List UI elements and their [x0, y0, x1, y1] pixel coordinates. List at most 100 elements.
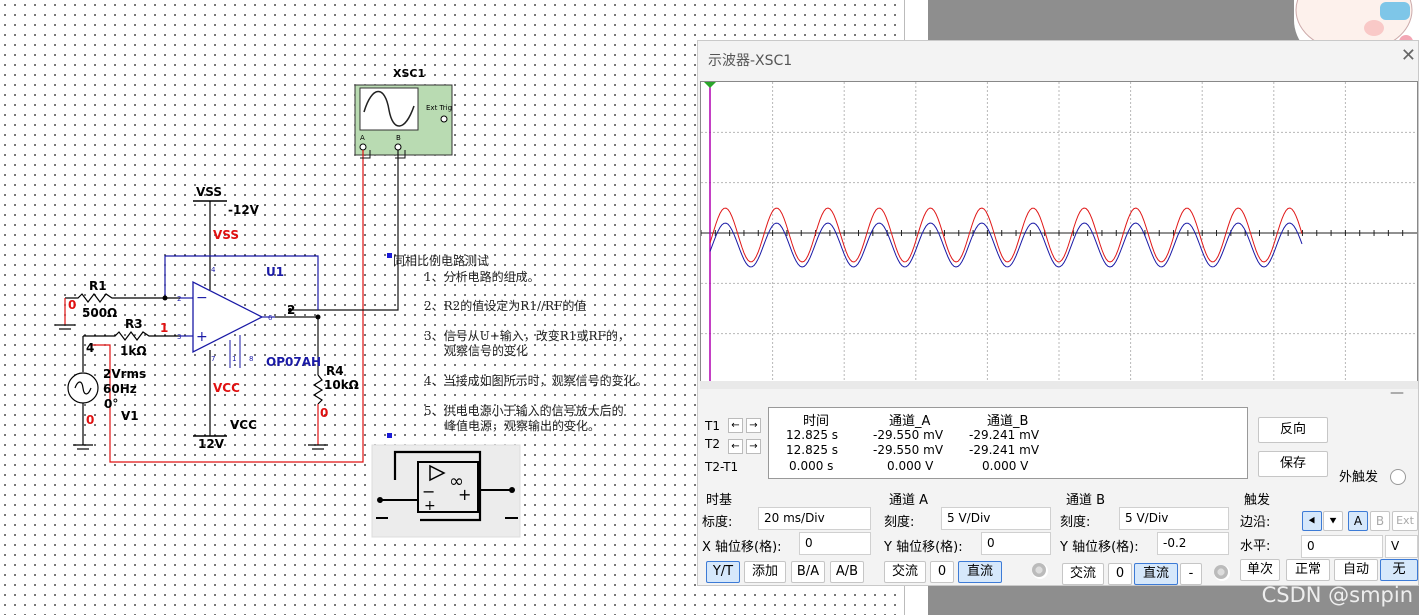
- normal-button[interactable]: 正常: [1286, 559, 1330, 581]
- r1-value: 500Ω: [82, 306, 118, 320]
- single-button[interactable]: 单次: [1240, 559, 1280, 581]
- timebase-scale-label: 标度:: [702, 515, 733, 530]
- trigger-level-unit[interactable]: V: [1385, 535, 1418, 558]
- ab-button[interactable]: A/B: [830, 561, 864, 583]
- ba-button[interactable]: B/A: [791, 561, 825, 583]
- image-handle[interactable]: [387, 433, 392, 438]
- junction-inv: [162, 295, 168, 301]
- channel-a-terminal[interactable]: [1032, 563, 1048, 579]
- vss-label: VSS: [196, 185, 223, 199]
- wire-feedback: [164, 255, 319, 310]
- col-time: 时间: [803, 414, 830, 429]
- net2-label: 2: [287, 303, 296, 317]
- row3-a: 0.000 V: [887, 459, 934, 473]
- r3-value: 1kΩ: [120, 344, 147, 358]
- channel-a-scale-field[interactable]: 5 V/Div: [941, 507, 1051, 530]
- row2-b: -29.241 mV: [969, 443, 1040, 457]
- u1-label: U1: [266, 265, 285, 279]
- note-line-4: 4、当接成如图所示时，观察信号的变化。: [424, 374, 648, 388]
- note-line-5a: 5、供电电源小于输入的信号放大后的: [424, 404, 624, 418]
- scope-display[interactable]: [700, 81, 1418, 385]
- display-divider: [700, 381, 1418, 389]
- t2-left-button[interactable]: ←: [728, 439, 743, 454]
- ext-trigger-label: 外触发: [1339, 470, 1379, 485]
- watermark: CSDN @smpin: [1261, 583, 1413, 607]
- oscilloscope-window[interactable]: 示波器-XSC1 ✕ — T1 ← → T2 ← → T2-T1 时间 通道_A…: [697, 40, 1419, 586]
- scope-terminal-ext[interactable]: [440, 115, 448, 123]
- vcc-label: VCC: [230, 418, 257, 432]
- net0-label-a: 0: [68, 298, 77, 312]
- trigger-source-ext[interactable]: Ext: [1392, 511, 1418, 531]
- channel-a-title: 通道 A: [889, 493, 929, 508]
- trigger-source-a[interactable]: A: [1348, 511, 1368, 531]
- cursor-readout-table: 时间 通道_A 通道_B 12.825 s -29.550 mV -29.241…: [768, 407, 1248, 479]
- t1-label: T1: [705, 419, 720, 433]
- channel-b-scale-field[interactable]: 5 V/Div: [1119, 507, 1229, 530]
- ref-plus2: +: [424, 498, 436, 514]
- trigger-level-label: 水平:: [1240, 539, 1271, 554]
- scope-terminal-b[interactable]: [394, 143, 402, 151]
- channel-b-scale-label: 刻度:: [1060, 515, 1091, 530]
- r4-symbol[interactable]: [312, 374, 324, 405]
- falling-edge-icon[interactable]: ⯆: [1323, 511, 1343, 531]
- minimize-button[interactable]: —: [1390, 385, 1404, 401]
- channel-b-zero-button[interactable]: 0: [1108, 563, 1132, 585]
- none-button[interactable]: 无: [1380, 559, 1418, 581]
- opamp-model-label: OP07AH: [266, 355, 322, 369]
- trigger-source-b[interactable]: B: [1370, 511, 1390, 531]
- channel-a-dc-button[interactable]: 直流: [958, 561, 1002, 583]
- t1-left-button[interactable]: ←: [728, 418, 743, 433]
- ext-trigger-terminal[interactable]: [1390, 469, 1406, 485]
- net1-label: 1: [160, 321, 169, 335]
- timebase-title: 时基: [706, 493, 733, 508]
- wire-scope-b: [290, 150, 399, 311]
- note-title: 同相比例电路测试: [393, 254, 490, 268]
- opamp-minus: −: [196, 290, 208, 306]
- window-title: 示波器-XSC1: [708, 53, 793, 69]
- channel-b-ypos-label: Y 轴位移(格):: [1060, 540, 1139, 555]
- scope-grid: [700, 82, 1417, 384]
- trigger-level-field[interactable]: 0: [1301, 535, 1383, 558]
- t2-right-button[interactable]: →: [746, 439, 761, 454]
- row1-b: -29.241 mV: [969, 428, 1040, 442]
- channel-b-ac-button[interactable]: 交流: [1062, 563, 1104, 585]
- channel-b-terminal[interactable]: [1214, 565, 1230, 581]
- yt-button[interactable]: Y/T: [706, 561, 740, 583]
- r4-value: 10kΩ: [324, 378, 359, 392]
- ref-out-node: [509, 487, 515, 493]
- channel-a-ypos-field[interactable]: 0: [981, 532, 1051, 555]
- add-button[interactable]: 添加: [744, 561, 786, 583]
- cursor-t1-handle[interactable]: [704, 82, 716, 88]
- net0-label-b: 0: [86, 413, 95, 427]
- t1-right-button[interactable]: →: [746, 418, 761, 433]
- timebase-scale-field[interactable]: 20 ms/Div: [758, 507, 871, 530]
- note-handle[interactable]: [387, 253, 392, 258]
- r1-label: R1: [89, 279, 107, 293]
- scope-terminal-a[interactable]: [359, 143, 367, 151]
- channel-b-dc-button[interactable]: 直流: [1134, 563, 1178, 585]
- pin1-label: 1: [232, 355, 237, 363]
- channel-b-minus-button[interactable]: -: [1180, 563, 1202, 585]
- save-button[interactable]: 保存: [1258, 451, 1328, 477]
- pin6-label: 6: [268, 314, 273, 322]
- reverse-button[interactable]: 反向: [1258, 417, 1328, 443]
- channel-b-ypos-field[interactable]: -0.2: [1157, 532, 1229, 555]
- channel-a-ac-button[interactable]: 交流: [884, 561, 926, 583]
- auto-button[interactable]: 自动: [1334, 559, 1378, 581]
- row3-b: 0.000 V: [982, 459, 1029, 473]
- vss-value: -12V: [228, 203, 259, 217]
- note-line-5b: 峰值电源，观察输出的变化。: [444, 419, 601, 433]
- vcc-value: 12V: [198, 437, 224, 451]
- rising-edge-icon[interactable]: ⯇: [1302, 511, 1322, 531]
- close-button[interactable]: ✕: [1401, 45, 1416, 66]
- scope-ref-label: XSC1: [393, 67, 426, 80]
- pin3-label: 3: [177, 333, 182, 341]
- note-line-3b: 观察信号的变化: [444, 344, 529, 358]
- row2-a: -29.550 mV: [873, 443, 944, 457]
- x-position-field[interactable]: 0: [799, 532, 871, 555]
- trigger-title: 触发: [1244, 493, 1271, 508]
- scope-a-label: A: [360, 134, 365, 142]
- channel-a-zero-button[interactable]: 0: [930, 561, 954, 583]
- row2-time: 12.825 s: [786, 443, 839, 457]
- t2-t1-label: T2-T1: [705, 460, 739, 474]
